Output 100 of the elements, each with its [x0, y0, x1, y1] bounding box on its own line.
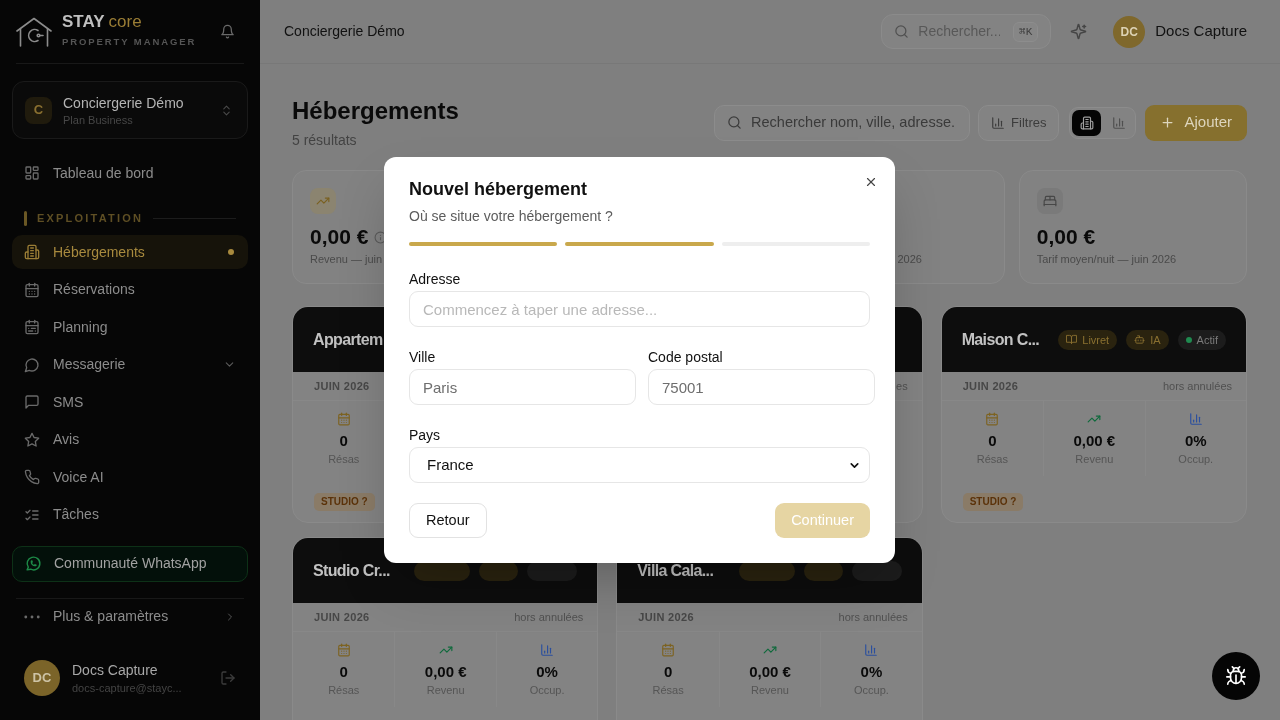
- organization-switcher[interactable]: C Conciergerie Démo Plan Business: [12, 81, 248, 139]
- calendar-icon: [24, 281, 40, 298]
- page-title: Hébergements: [292, 96, 459, 126]
- tag-label: IA: [1150, 332, 1161, 347]
- add-button[interactable]: Ajouter: [1145, 104, 1247, 141]
- stat-value: 0%: [536, 662, 558, 682]
- bug-icon: [1225, 665, 1247, 687]
- phone-icon: [24, 469, 40, 486]
- nav-item[interactable]: Voice AI: [12, 460, 248, 495]
- building-icon: [1079, 115, 1094, 130]
- property-name: Studio Cr...: [313, 560, 390, 581]
- type-tag: STUDIO ?: [314, 492, 375, 511]
- nav-item[interactable]: Hébergements: [12, 235, 248, 269]
- search-icon: [727, 115, 743, 130]
- bed-icon: [1042, 194, 1057, 208]
- stat-value: 0,00 €: [310, 224, 369, 250]
- field-label: Code postal: [648, 348, 724, 367]
- chat-phone-icon: [25, 555, 42, 573]
- stat-value: 0%: [860, 662, 883, 682]
- tag-label: Actif: [1196, 332, 1218, 347]
- property-name: Appartem: [313, 329, 383, 350]
- nav-item[interactable]: Messagerie: [12, 347, 248, 382]
- chevrons-up-down-icon: [220, 103, 233, 117]
- tag-label: Livret: [1082, 332, 1110, 347]
- organization-name: Conciergerie Démo: [63, 93, 184, 112]
- user-name: Docs Capture: [72, 660, 159, 679]
- stat-value: 0%: [1184, 431, 1207, 451]
- bar-chart-icon: [540, 643, 555, 657]
- house-logo-icon: [16, 16, 52, 47]
- view-button[interactable]: [1072, 109, 1102, 136]
- calendar-list-icon: [24, 319, 40, 336]
- back-button[interactable]: Retour: [409, 503, 487, 538]
- nav-item[interactable]: Planning: [12, 310, 248, 345]
- dots-icon: [24, 614, 40, 619]
- list-search-input[interactable]: Rechercher nom, ville, adresse.: [751, 111, 970, 134]
- shortcut-key: ⌘K: [1013, 21, 1039, 42]
- stat-value: 0,00 €: [1036, 224, 1096, 250]
- bell-icon[interactable]: [220, 24, 235, 39]
- section-marker-icon: [24, 210, 27, 226]
- brand-name: STAY: [62, 12, 105, 31]
- stat-value: 0: [988, 431, 997, 451]
- user-avatar: DC: [24, 659, 60, 696]
- period-label: JUIN 2026: [314, 378, 370, 394]
- user-avatar: DC: [1113, 15, 1146, 48]
- community-link[interactable]: Communauté WhatsApp: [12, 545, 248, 582]
- dialog-subtitle: Où se situe votre hébergement ?: [409, 207, 614, 226]
- workspace-name: Conciergerie Démo: [284, 22, 405, 41]
- message-icon: [24, 394, 40, 411]
- chat-bubble-icon: [24, 356, 40, 373]
- result-count: 5 résultats: [292, 131, 358, 150]
- period-label: JUIN 2026: [638, 609, 694, 625]
- input-field[interactable]: 75001: [648, 369, 875, 405]
- input-field[interactable]: Paris: [409, 369, 636, 405]
- star-icon: [24, 431, 40, 448]
- field-label: Pays: [409, 426, 442, 445]
- organization-avatar: C: [25, 96, 52, 124]
- nav-item[interactable]: Réservations: [12, 272, 248, 307]
- section-title: EXPLOITATION: [37, 210, 144, 226]
- stat-value: 0: [339, 662, 348, 682]
- close-icon[interactable]: [864, 175, 878, 189]
- bar-chart-icon: [991, 115, 1006, 130]
- field-label: Ville: [409, 348, 437, 367]
- user-email: docs-capture@stayc...: [72, 680, 182, 695]
- search-icon: [894, 24, 910, 39]
- organization-plan: Plan Business: [63, 112, 134, 127]
- period-label: JUIN 2026: [314, 609, 370, 625]
- building-icon: [24, 244, 40, 260]
- stat-value: 0,00 €: [749, 662, 791, 682]
- dialog-title: Nouvel hébergement: [409, 178, 589, 200]
- select-field[interactable]: France: [409, 447, 870, 483]
- dashboard-grid-icon: [24, 165, 40, 181]
- calendar-icon: [336, 412, 351, 426]
- user-name: Docs Capture: [1155, 21, 1247, 42]
- plus-icon: [1160, 115, 1176, 130]
- nav-item[interactable]: Tâches: [12, 497, 248, 532]
- list-search-field[interactable]: Rechercher nom, ville, adresse.: [714, 104, 971, 141]
- calendar-icon: [985, 412, 1000, 426]
- nav-item[interactable]: SMS: [12, 385, 248, 420]
- stat-value: 0: [663, 662, 673, 682]
- calendar-icon: [336, 643, 351, 657]
- robot-icon: [1134, 334, 1146, 345]
- stat-value: 0,00 €: [1073, 431, 1116, 451]
- nav-item[interactable]: Tableau de bord: [12, 156, 248, 190]
- property-name: Villa Cala...: [637, 560, 714, 581]
- nav-item[interactable]: Plus & paramètres: [12, 599, 248, 634]
- type-tag: STUDIO ?: [962, 492, 1024, 511]
- bar-chart-icon: [1111, 115, 1126, 130]
- sparkle-icon[interactable]: [1070, 23, 1088, 40]
- bar-chart-icon: [864, 643, 879, 657]
- period-label: JUIN 2026: [962, 378, 1019, 394]
- bar-chart-icon: [1188, 412, 1203, 426]
- field-label: Adresse: [409, 270, 462, 289]
- calendar-icon: [661, 643, 676, 657]
- brand-tagline: PROPERTY MANAGER: [62, 35, 197, 48]
- property-name: Maison C...: [961, 329, 1040, 350]
- book-icon: [1066, 334, 1078, 345]
- stat-value: 0: [339, 431, 348, 451]
- stat-value: 0,00 €: [424, 662, 467, 682]
- input-field[interactable]: Commencez à taper une adresse...: [409, 291, 870, 327]
- nav-item[interactable]: Avis: [12, 422, 248, 457]
